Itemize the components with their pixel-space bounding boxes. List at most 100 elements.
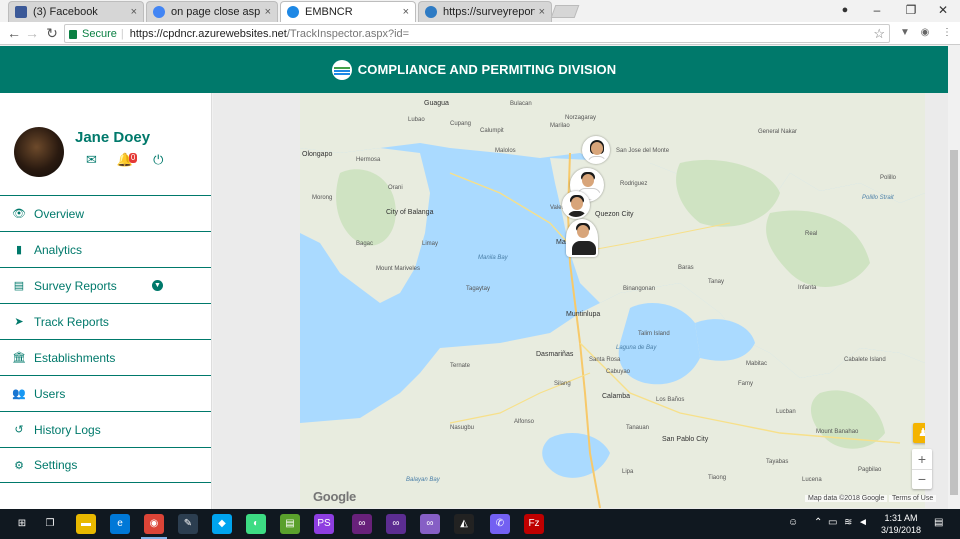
map-label: Baras xyxy=(678,265,694,271)
browser-tab-google-search[interactable]: on page close asp.net - G × xyxy=(146,1,278,22)
avatar-face xyxy=(591,142,603,155)
map-label: Orani xyxy=(388,185,403,191)
volume-icon[interactable]: ◄ xyxy=(858,517,868,528)
bookmark-star-icon[interactable]: ☆ xyxy=(873,26,885,42)
separator: | xyxy=(120,27,124,40)
power-icon[interactable]: ⏻ xyxy=(153,152,163,168)
page-scrollbar[interactable] xyxy=(948,46,960,509)
profile-icon[interactable]: ● xyxy=(830,0,860,20)
close-tab-icon[interactable]: × xyxy=(403,6,409,18)
map-label: General Nakar xyxy=(758,129,798,135)
close-tab-icon[interactable]: × xyxy=(131,6,137,18)
sidebar-item-settings[interactable]: ⚙ Settings xyxy=(0,447,211,483)
map-label: Silang xyxy=(554,381,571,387)
sidebar-item-label: History Logs xyxy=(34,422,101,437)
sidebar-item-label: Analytics xyxy=(34,242,83,257)
map-label: Ternate xyxy=(450,363,471,369)
visual-studio-2-icon[interactable]: ∞ xyxy=(386,514,406,534)
terms-of-use-link[interactable]: Terms of Use xyxy=(889,495,937,502)
sidebar-item-label: Establishments xyxy=(34,350,116,365)
map-view[interactable]: Guagua Bulacan Lubao Cupang Calumpit Mar… xyxy=(300,93,925,508)
user-name: Jane Doey xyxy=(75,129,151,146)
sidebar-item-history-logs[interactable]: ↺ History Logs xyxy=(0,411,211,447)
visual-studio-icon[interactable]: ∞ xyxy=(352,514,372,534)
eye-icon: 👁 xyxy=(12,208,26,220)
sidebar-item-track-reports[interactable]: ➤ Track Reports xyxy=(0,303,211,339)
browser-tab-facebook[interactable]: (3) Facebook × xyxy=(8,1,144,22)
filezilla-icon[interactable]: Fz xyxy=(524,514,544,534)
android-icon[interactable]: ◐ xyxy=(246,514,266,534)
street-view-pegman-icon[interactable]: ♟ xyxy=(913,423,925,443)
chrome-icon[interactable]: ◉ xyxy=(141,514,167,539)
edge-icon[interactable]: e xyxy=(110,514,130,534)
extension-2-icon[interactable]: ◉ xyxy=(918,26,932,40)
new-tab-button[interactable] xyxy=(550,5,580,18)
sidebar-item-overview[interactable]: 👁 Overview xyxy=(0,195,211,231)
browser-tab-survey-report[interactable]: https://surveyreportform × xyxy=(418,1,552,22)
viber-icon[interactable]: ✆ xyxy=(490,514,510,534)
battery-icon[interactable]: ▭ xyxy=(828,517,837,528)
menu-icon[interactable]: ⋮ xyxy=(940,26,954,40)
tab-label: EMBNCR xyxy=(305,6,353,18)
map-label: Infanta xyxy=(798,285,817,291)
extension-icon[interactable]: ▼ xyxy=(898,26,912,40)
bell-icon[interactable]: 🔔 0 xyxy=(117,152,138,168)
wifi-icon[interactable]: ≋ xyxy=(844,517,852,528)
windows-start-icon[interactable]: ⊞ xyxy=(12,514,32,534)
chevron-down-icon[interactable]: ▼ xyxy=(152,280,163,291)
sidebar-item-label: Settings xyxy=(34,458,78,472)
location-arrow-icon: ➤ xyxy=(14,316,24,328)
address-bar[interactable]: Secure | https://cpdncr.azurewebsites.ne… xyxy=(64,24,890,43)
zoom-in-button[interactable]: + xyxy=(912,449,932,469)
emb-logo-icon xyxy=(287,6,299,18)
visual-studio-3-icon[interactable]: ∞ xyxy=(420,514,440,534)
envelope-icon[interactable]: ✉ xyxy=(86,152,97,168)
tray-chevron-icon[interactable]: ⌃ xyxy=(814,517,822,528)
inspector-marker[interactable] xyxy=(562,191,590,219)
map-label: Polillo xyxy=(880,175,897,181)
people-icon[interactable]: ☺ xyxy=(788,517,798,528)
clock-date: 3/19/2018 xyxy=(880,525,922,535)
map-label: Talim Island xyxy=(638,331,670,337)
lock-icon xyxy=(69,30,77,39)
inspector-marker[interactable] xyxy=(582,136,610,164)
sidebar-item-establishments[interactable]: 🏛 Establishments xyxy=(0,339,211,375)
map-land xyxy=(300,93,925,508)
zoom-out-button[interactable]: − xyxy=(912,469,932,489)
task-view-icon[interactable]: ❐ xyxy=(40,514,60,534)
scrollbar-thumb[interactable] xyxy=(950,150,958,495)
map-label: Lucban xyxy=(776,409,796,415)
back-arrow-icon[interactable]: ← xyxy=(6,25,22,41)
facebook-icon xyxy=(15,6,27,18)
map-label: Cupang xyxy=(450,121,472,127)
user-avatar[interactable] xyxy=(14,127,64,177)
notepad-icon[interactable]: ▤ xyxy=(280,514,300,534)
app-blue-icon[interactable]: ◆ xyxy=(212,514,232,534)
map-label: San Jose del Monte xyxy=(616,148,670,154)
inspector-marker[interactable] xyxy=(566,219,598,257)
map-label: Tanay xyxy=(708,279,725,285)
sidebar: Jane Doey ✉ 🔔 0 ⏻ 👁 Overview ▮ Analytics … xyxy=(0,93,212,509)
tools-icon[interactable]: ✎ xyxy=(178,514,198,534)
sidebar-item-analytics[interactable]: ▮ Analytics xyxy=(0,231,211,267)
reload-icon[interactable]: ↻ xyxy=(44,25,60,41)
close-window-button[interactable]: ✕ xyxy=(928,0,958,20)
taskbar-clock[interactable]: 1:31 AM 3/19/2018 xyxy=(876,512,926,536)
sidebar-item-users[interactable]: 👥 Users xyxy=(0,375,211,411)
sidebar-item-survey-reports[interactable]: ▤ Survey Reports ▼ xyxy=(0,267,211,303)
browser-tab-strip: (3) Facebook × on page close asp.net - G… xyxy=(0,0,960,22)
map-label: Limay xyxy=(422,241,439,247)
avatar-body xyxy=(572,241,596,255)
close-tab-icon[interactable]: × xyxy=(265,6,271,18)
maximize-button[interactable]: ❐ xyxy=(896,0,926,20)
browser-tab-embncr[interactable]: EMBNCR × xyxy=(280,1,416,22)
action-center-icon[interactable]: ▤ xyxy=(934,517,943,528)
forward-arrow-icon[interactable]: → xyxy=(24,25,40,41)
map-label: Mabitac xyxy=(746,361,768,367)
close-tab-icon[interactable]: × xyxy=(539,6,545,18)
map-label: Hermosa xyxy=(356,157,381,163)
minimize-button[interactable]: – xyxy=(862,0,892,20)
unity-icon[interactable]: ◭ xyxy=(454,514,474,534)
file-explorer-icon[interactable]: ▬ xyxy=(76,514,96,534)
phpstorm-icon[interactable]: PS xyxy=(314,514,334,534)
